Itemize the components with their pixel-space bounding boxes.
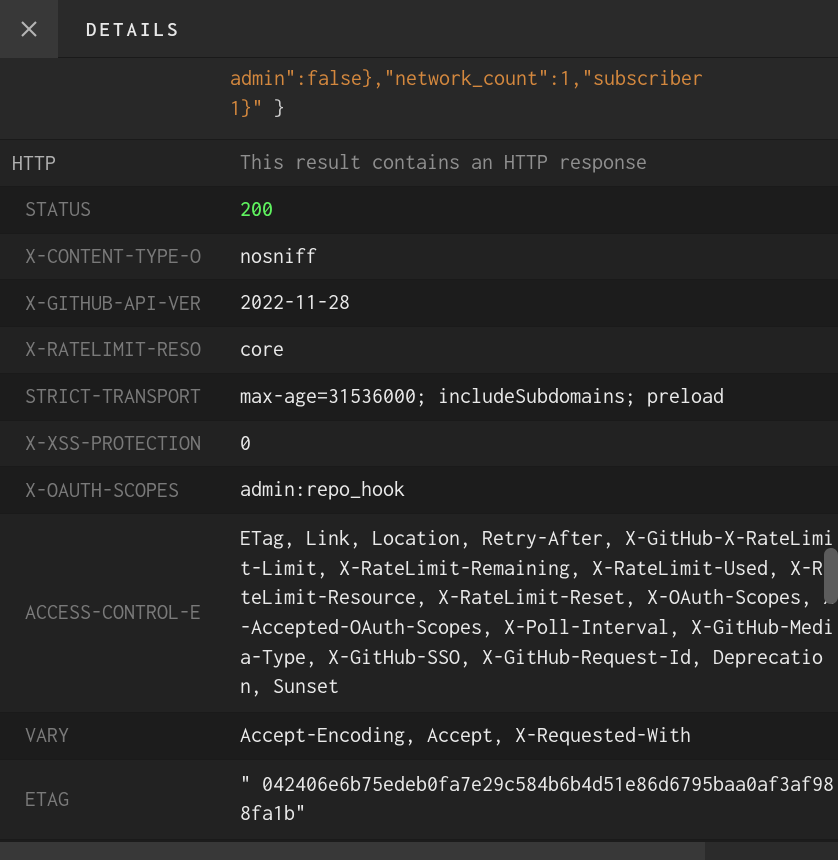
json-snippet-value: admin":false},"network_count":1,"subscri…	[230, 58, 838, 139]
header-value: max-age=31536000; includeSubdomains; pre…	[230, 374, 838, 420]
header-value: " 042406e6b75edeb0fa7e29c584b6b4d51e86d6…	[230, 760, 838, 839]
header-label: X-XSS-PROTECTION	[0, 424, 230, 463]
x-content-type-row: X-CONTENT-TYPE-O nosniff	[0, 234, 838, 281]
etag-row: ETAG " 042406e6b75edeb0fa7e29c584b6b4d51…	[0, 760, 838, 840]
header-label: ACCESS-CONTROL-E	[0, 593, 230, 632]
header-value: core	[230, 327, 838, 373]
x-xss-protection-row: X-XSS-PROTECTION 0	[0, 421, 838, 468]
header-value: 2022-11-28	[230, 280, 838, 326]
access-control-row: ACCESS-CONTROL-E ETag, Link, Location, R…	[0, 514, 838, 713]
json-snippet-row: admin":false},"network_count":1,"subscri…	[0, 58, 838, 140]
x-github-api-ver-row: X-GITHUB-API-VER 2022-11-28	[0, 280, 838, 327]
header-value: admin:repo_hook	[230, 467, 838, 513]
header-label: X-GITHUB-API-VER	[0, 284, 230, 323]
header-label: X-CONTENT-TYPE-O	[0, 237, 230, 276]
header-value: 0	[230, 421, 838, 467]
header-label: VARY	[0, 716, 230, 755]
status-label: STATUS	[0, 190, 230, 229]
http-section-desc: This result contains an HTTP response	[230, 140, 838, 186]
header-value: nosniff	[230, 234, 838, 280]
header-title: DETAILS	[86, 18, 181, 40]
header-label: X-RATELIMIT-RESO	[0, 330, 230, 369]
status-row: STATUS 200	[0, 187, 838, 234]
header-value: Accept-Encoding, Accept, X-Requested-Wit…	[230, 713, 838, 759]
x-ratelimit-reso-row: X-RATELIMIT-RESO core	[0, 327, 838, 374]
http-section-label: HTTP	[0, 144, 230, 183]
scrollbar-thumb[interactable]	[824, 548, 838, 604]
header-label: X-OAUTH-SCOPES	[0, 471, 230, 510]
close-icon	[20, 20, 38, 38]
snippet-label	[0, 91, 230, 107]
header-label: ETAG	[0, 780, 230, 819]
horizontal-scrollbar-thumb[interactable]	[0, 842, 705, 860]
snippet-partial-text: admin":false},"network_count":1,"subscri…	[230, 67, 703, 120]
vary-row: VARY Accept-Encoding, Accept, X-Requeste…	[0, 713, 838, 760]
status-value: 200	[230, 187, 838, 233]
details-content: admin":false},"network_count":1,"subscri…	[0, 58, 838, 842]
x-oauth-scopes-row: X-OAUTH-SCOPES admin:repo_hook	[0, 467, 838, 514]
details-header: DETAILS	[0, 0, 838, 58]
strict-transport-row: STRICT-TRANSPORT max-age=31536000; inclu…	[0, 374, 838, 421]
http-section-row: HTTP This result contains an HTTP respon…	[0, 140, 838, 187]
close-button[interactable]	[0, 0, 58, 58]
header-value: ETag, Link, Location, Retry-After, X-Git…	[230, 514, 838, 712]
header-label: STRICT-TRANSPORT	[0, 377, 230, 416]
horizontal-scrollbar[interactable]	[0, 842, 838, 860]
